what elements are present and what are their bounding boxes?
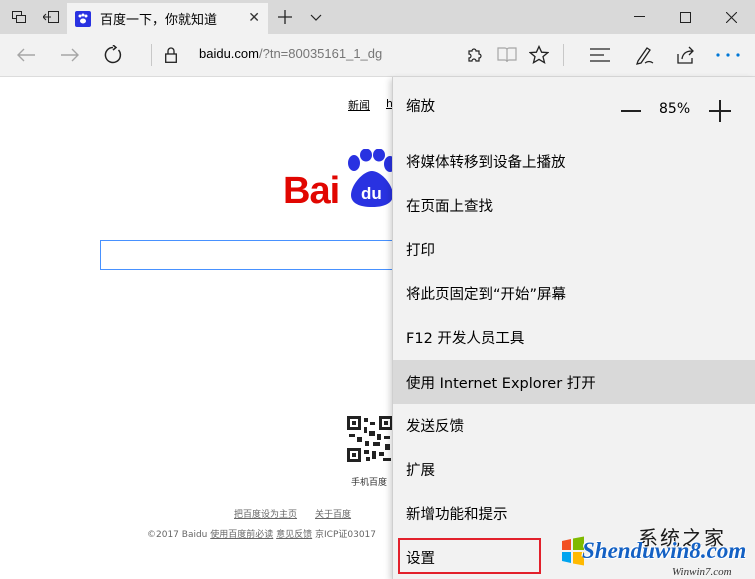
address-toolbar: baidu.com/?tn=80035161_1_dg <box>0 34 755 77</box>
search-input[interactable] <box>100 240 400 270</box>
watermark-sub: Winwin7.com <box>672 566 732 578</box>
web-note-pen-icon[interactable] <box>630 34 658 76</box>
set-aside-tabs-icon[interactable] <box>40 0 62 34</box>
favorite-star-icon[interactable] <box>526 34 552 76</box>
tab-list-chevron-down-icon[interactable] <box>305 0 327 34</box>
qr-label: 手机百度 <box>351 478 388 488</box>
new-tab-icon[interactable] <box>274 0 296 34</box>
address-bar[interactable]: baidu.com/?tn=80035161_1_dg <box>199 46 382 61</box>
more-actions-ellipsis-icon[interactable] <box>708 34 748 76</box>
copyright-text: ©2017 Baidu <box>147 530 211 540</box>
footer-link-about[interactable]: 关于百度 <box>315 510 351 520</box>
share-icon[interactable] <box>673 34 701 76</box>
menu-zoom-row: 缩放 85% <box>393 83 755 127</box>
tab-title: 百度一下，你就知道 <box>100 13 218 28</box>
minimize-icon[interactable] <box>616 0 662 34</box>
settings-highlight-outline <box>398 538 541 574</box>
refresh-icon[interactable] <box>99 34 127 76</box>
footer-link-homepage[interactable]: 把百度设为主页 <box>234 510 297 520</box>
zoom-value: 85% <box>659 101 691 117</box>
baidu-logo-text: Bai <box>283 170 340 212</box>
menu-item-print[interactable]: 打印 <box>393 227 755 271</box>
url-path: /?tn=80035161_1_dg <box>258 46 383 61</box>
footer-copyright: ©2017 Baidu 使用百度前必读 意见反馈 京ICP证03017 <box>147 527 376 540</box>
more-actions-menu: 缩放 85% 将媒体转移到设备上播放 在页面上查找 打印 将此页固定到“开始”屏… <box>392 77 755 579</box>
close-window-icon[interactable] <box>708 0 754 34</box>
lock-icon[interactable] <box>160 34 182 76</box>
extension-puzzle-icon[interactable] <box>462 34 488 76</box>
menu-item-f12-dev-tools[interactable]: F12 开发人员工具 <box>393 315 755 359</box>
close-tab-icon[interactable]: ✕ <box>248 10 260 26</box>
menu-item-open-with-ie[interactable]: 使用 Internet Explorer 打开 <box>393 360 755 404</box>
tab-bar: 百度一下，你就知道 ✕ <box>0 0 755 34</box>
menu-item-extensions[interactable]: 扩展 <box>393 447 755 491</box>
footer-link-terms[interactable]: 使用百度前必读 <box>210 530 273 540</box>
baidu-paw-text: du <box>361 184 382 203</box>
baidu-paw-favicon-icon <box>75 10 91 27</box>
qr-code-icon <box>347 416 393 462</box>
menu-item-cast-media[interactable]: 将媒体转移到设备上播放 <box>393 139 755 183</box>
maximize-icon[interactable] <box>662 0 708 34</box>
zoom-label: 缩放 <box>406 98 435 115</box>
back-arrow-icon[interactable] <box>12 34 40 76</box>
zoom-in-plus-icon[interactable] <box>709 100 731 122</box>
nav-link-news[interactable]: 新闻 <box>348 97 370 113</box>
reading-view-book-icon[interactable] <box>494 34 520 76</box>
watermark-main: Shenduwin8.com <box>582 538 747 563</box>
menu-item-find-on-page[interactable]: 在页面上查找 <box>393 183 755 227</box>
footer-links: 把百度设为主页 关于百度 <box>234 507 369 520</box>
tab-preview-icon[interactable] <box>8 0 30 34</box>
footer-link-feedback[interactable]: 意见反馈 <box>276 530 312 540</box>
zoom-out-minus-icon[interactable] <box>621 110 641 112</box>
site-watermark: 系统之家 Shenduwin8.com Winwin7.com <box>560 522 755 579</box>
forward-arrow-icon[interactable] <box>56 34 84 76</box>
url-host: baidu.com <box>199 46 259 61</box>
hub-icon[interactable] <box>586 34 614 76</box>
active-tab[interactable]: 百度一下，你就知道 ✕ <box>67 3 268 34</box>
menu-item-send-feedback[interactable]: 发送反馈 <box>393 403 755 447</box>
icp-text: 京ICP证03017 <box>312 530 376 540</box>
menu-item-pin-to-start[interactable]: 将此页固定到“开始”屏幕 <box>393 271 755 315</box>
